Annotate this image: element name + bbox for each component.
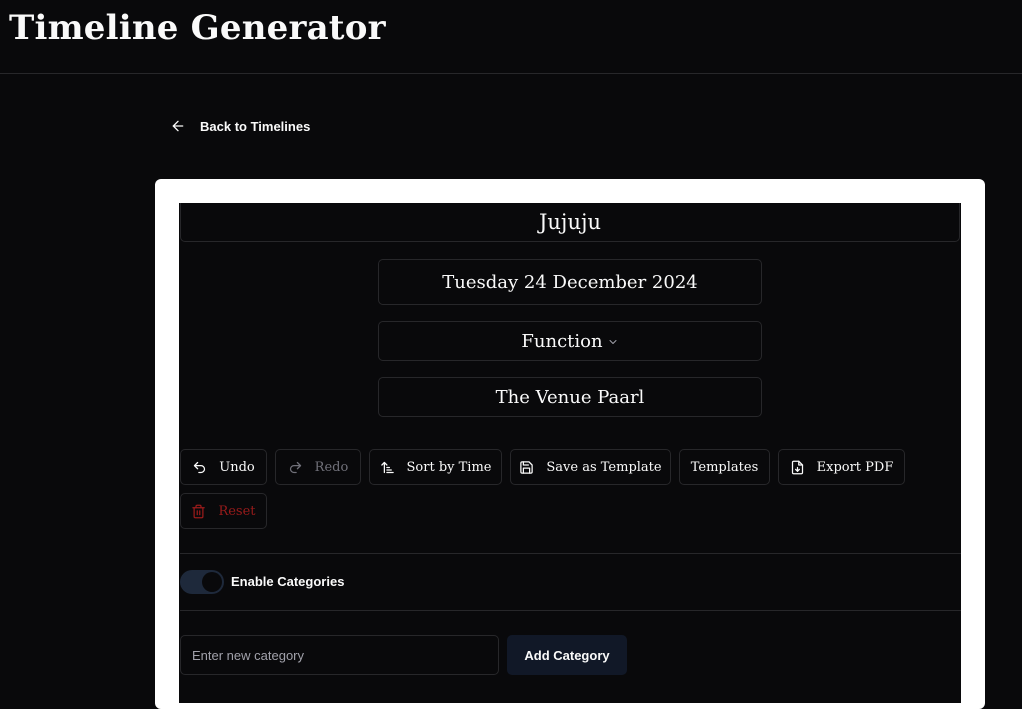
arrow-left-icon — [172, 120, 184, 132]
export-pdf-label: Export PDF — [816, 459, 894, 475]
event-date-field[interactable]: Tuesday 24 December 2024 — [378, 259, 762, 305]
redo-button[interactable]: Redo — [275, 449, 361, 485]
back-link-label: Back to Timelines — [200, 118, 311, 134]
toggle-knob — [202, 572, 222, 592]
event-name-field[interactable]: Jujuju — [180, 203, 960, 242]
event-type-select[interactable]: Function — [378, 321, 762, 361]
event-type-value: Function — [521, 330, 603, 352]
undo-icon — [194, 461, 206, 473]
enable-categories-label: Enable Categories — [231, 574, 345, 589]
undo-button[interactable]: Undo — [180, 449, 267, 485]
export-pdf-button[interactable]: Export PDF — [778, 449, 905, 485]
save-as-template-button[interactable]: Save as Template — [510, 449, 671, 485]
sort-label: Sort by Time — [406, 459, 492, 475]
new-category-input[interactable] — [180, 635, 499, 675]
enable-categories-toggle[interactable] — [180, 570, 224, 594]
section-divider — [180, 553, 961, 554]
save-icon — [520, 460, 534, 474]
app-title: Timeline Generator — [9, 8, 386, 48]
templates-label: Templates — [690, 459, 759, 475]
trash-icon — [192, 504, 206, 518]
templates-button[interactable]: Templates — [679, 449, 770, 485]
sort-ascending-icon — [380, 461, 394, 473]
reset-label: Reset — [218, 503, 256, 519]
redo-label: Redo — [314, 459, 349, 475]
chevron-down-icon — [609, 340, 617, 344]
app-header: Timeline Generator — [0, 0, 1022, 74]
add-category-button[interactable]: Add Category — [507, 635, 627, 675]
reset-button[interactable]: Reset — [180, 493, 267, 529]
undo-label: Undo — [219, 459, 255, 475]
save-template-label: Save as Template — [546, 459, 662, 475]
section-divider — [180, 610, 961, 611]
back-to-timelines-link[interactable]: Back to Timelines — [170, 116, 310, 136]
event-venue-field[interactable]: The Venue Paarl — [378, 377, 762, 417]
sort-by-time-button[interactable]: Sort by Time — [369, 449, 502, 485]
redo-icon — [289, 461, 301, 473]
file-download-icon — [791, 460, 803, 474]
